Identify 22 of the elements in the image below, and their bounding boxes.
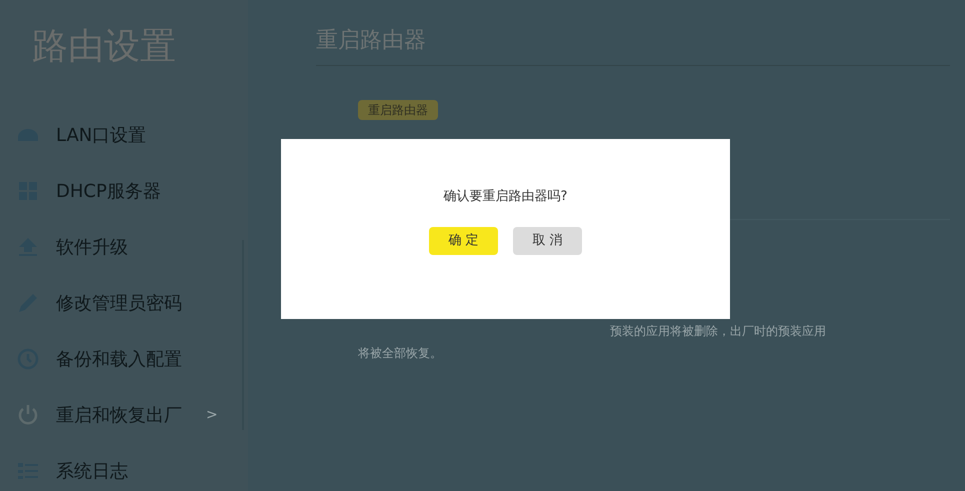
sidebar-item-label: 软件升级 bbox=[56, 236, 128, 260]
sidebar-item[interactable]: DHCP服务器 bbox=[16, 175, 248, 207]
power-icon bbox=[16, 403, 40, 427]
note-text: 预装的应用将被删除，出厂时的预装应用 bbox=[610, 323, 827, 340]
confirm-button[interactable]: 确 定 bbox=[429, 226, 498, 254]
sidebar-item[interactable]: 软件升级 bbox=[16, 231, 248, 263]
sidebar-item[interactable]: 修改管理员密码 bbox=[16, 287, 248, 319]
sidebar-item-label: LAN口设置 bbox=[56, 124, 146, 148]
note-text: 将被全部恢复。 bbox=[358, 345, 443, 362]
reboot-button[interactable]: 重启路由器 bbox=[358, 100, 438, 120]
sidebar-item-label: 修改管理员密码 bbox=[56, 292, 182, 316]
dialog-message: 确认要重启路由器吗? bbox=[444, 188, 568, 206]
sidebar-item-label: 重启和恢复出厂 bbox=[56, 404, 182, 428]
sidebar-item-label: 备份和载入配置 bbox=[56, 348, 182, 372]
sidebar-item-label: DHCP服务器 bbox=[56, 180, 161, 204]
sidebar-item[interactable]: LAN口设置 bbox=[16, 119, 248, 151]
cancel-button[interactable]: 取 消 bbox=[513, 226, 582, 254]
sidebar-item-label: 系统日志 bbox=[56, 460, 128, 484]
sidebar-item[interactable]: 重启和恢复出厂 > bbox=[16, 399, 248, 431]
sidebar-item[interactable]: 备份和载入配置 bbox=[16, 343, 248, 375]
chevron: > bbox=[206, 406, 218, 424]
sidebar-item[interactable]: 系统日志 bbox=[16, 455, 248, 487]
